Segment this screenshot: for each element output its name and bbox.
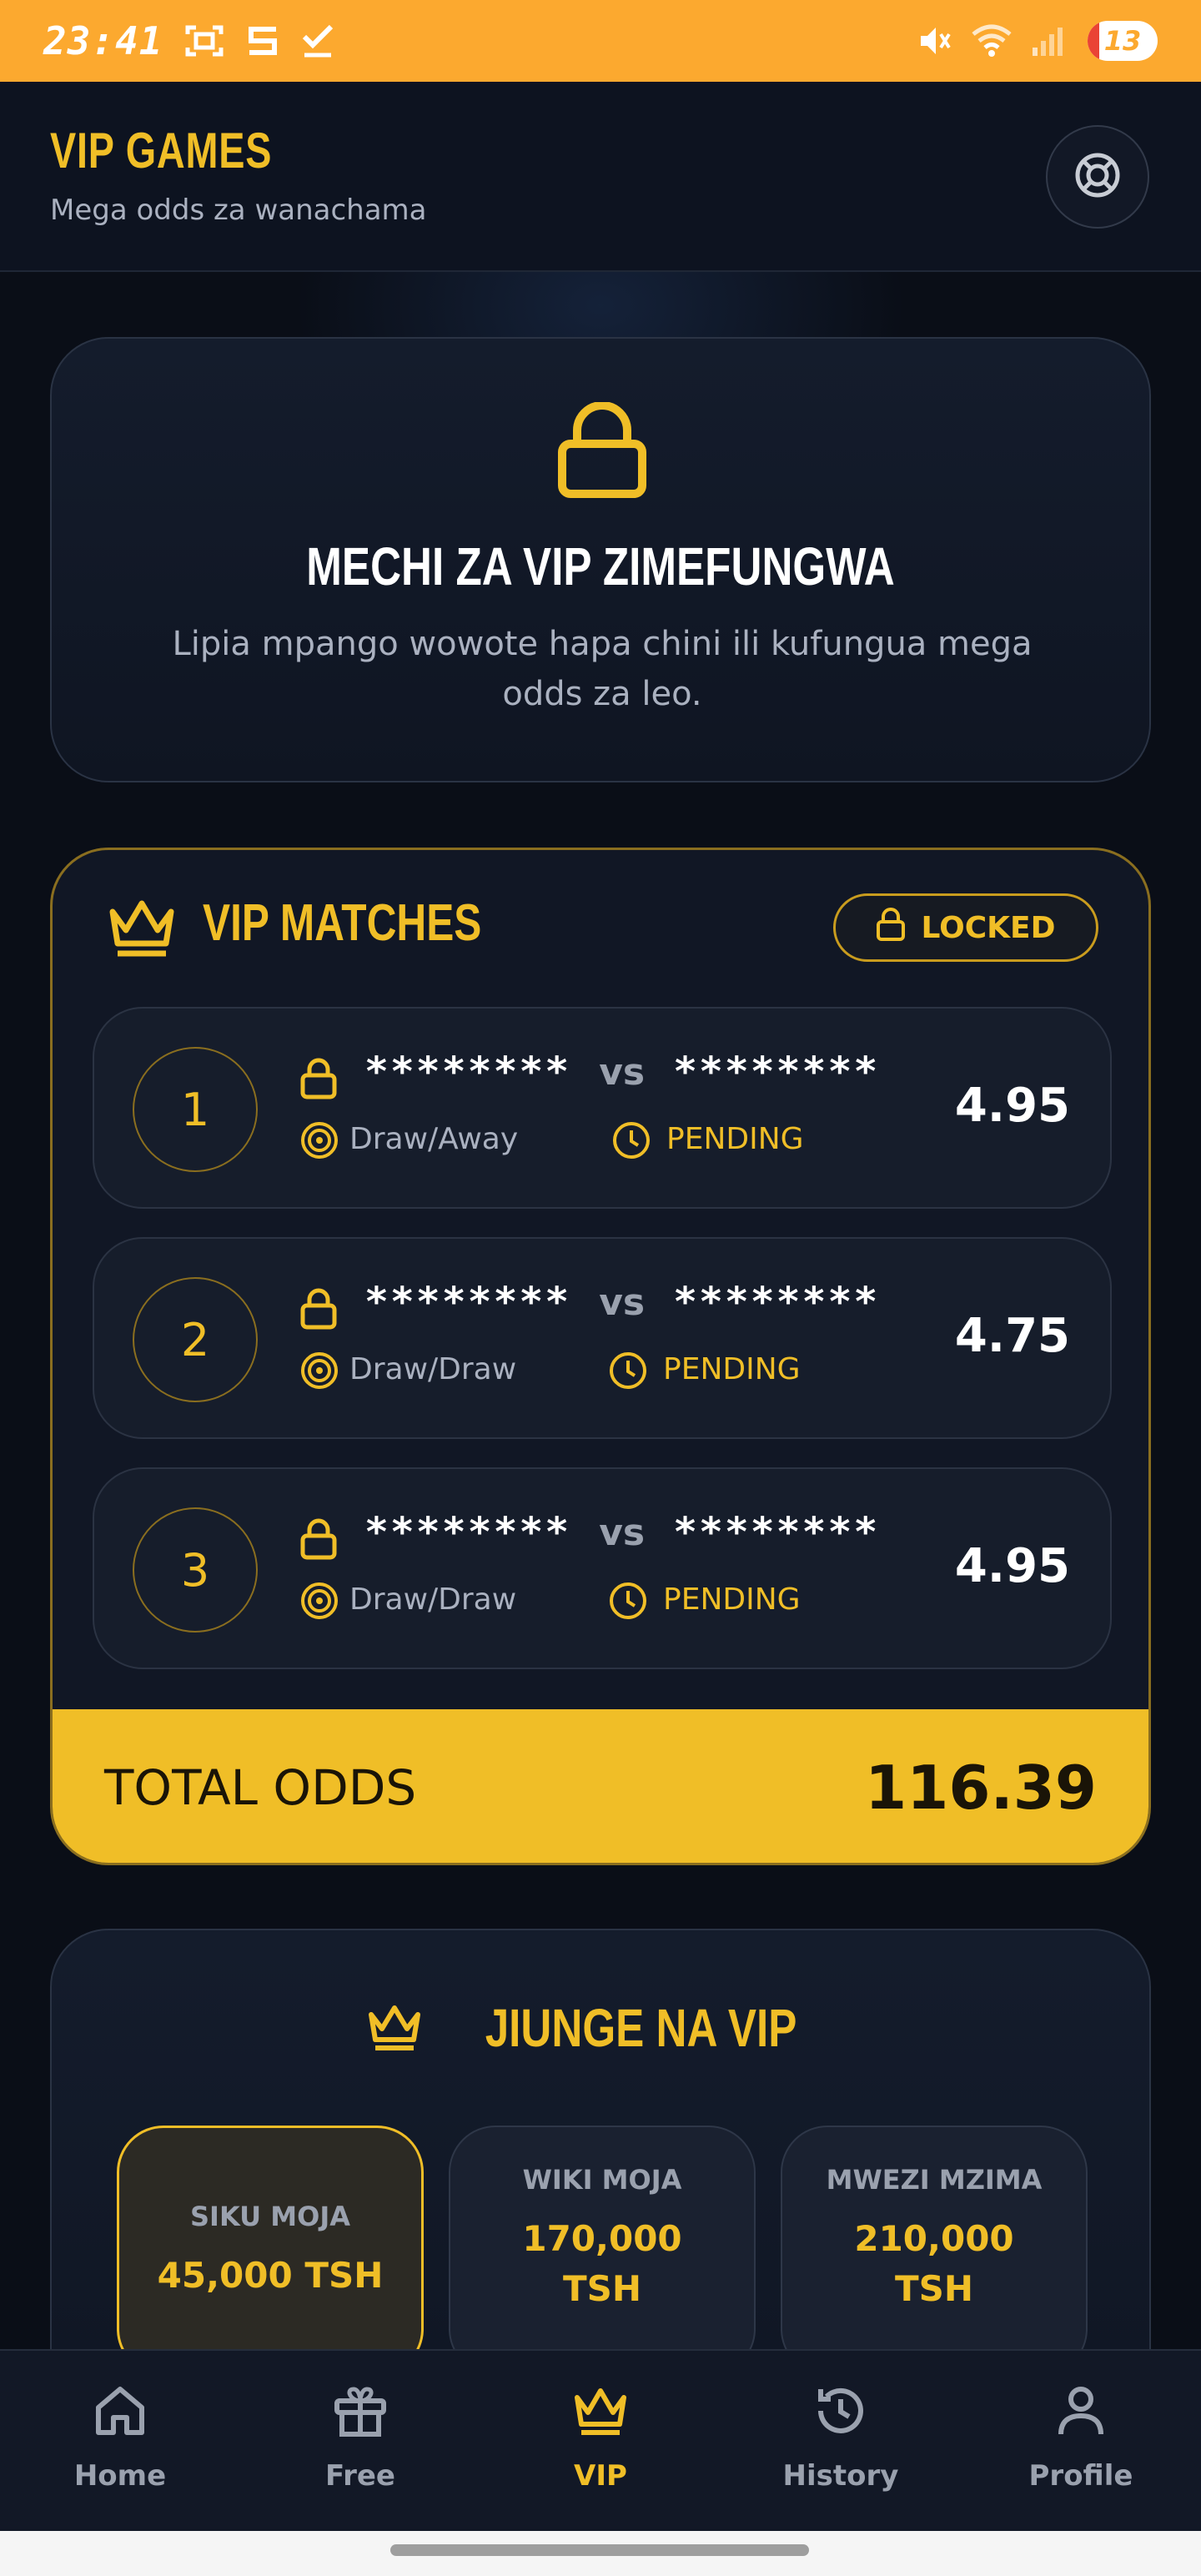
vs-label: vs [599,1280,646,1324]
vs-label: vs [599,1511,646,1554]
support-button[interactable] [1046,125,1149,229]
status-time: 23:41 [43,18,163,63]
sync-icon [246,24,279,58]
total-odds-label: TOTAL ODDS [104,1759,417,1816]
nav-label: Free [325,2459,395,2493]
locked-badge-label: LOCKED [921,910,1056,945]
nav-free[interactable]: Free [240,2351,480,2533]
home-gesture-bar[interactable] [390,2544,809,2556]
locked-title: MECHI ZA VIP ZIMEFUNGWA [306,536,895,596]
lock-icon [876,907,906,949]
screenshot-icon [184,23,224,59]
match-odd: 4.95 [954,1539,1070,1593]
target-icon [299,1581,339,1624]
match-odd: 4.95 [954,1079,1070,1133]
lock-icon [555,401,649,502]
locked-badge: LOCKED [833,893,1098,962]
match-teams: ******** vs ******** [364,1509,879,1556]
app-header: VIP GAMES Mega odds za wanachama [0,82,1201,272]
home-team: ******** [364,1509,571,1556]
mute-icon [916,23,952,59]
vip-locked-card: MECHI ZA VIP ZIMEFUNGWA Lipia mpango wow… [50,337,1151,782]
bottom-nav: Home Free VIP History Profile [0,2349,1201,2531]
lock-icon [299,1057,338,1104]
plan-name: MWEZI MZIMA [826,2164,1043,2196]
gesture-area [0,2531,1201,2576]
total-odds-bar: TOTAL ODDS 116.39 [53,1709,1148,1863]
battery-level: 13 [1103,25,1142,57]
nav-history[interactable]: History [721,2351,961,2533]
home-team: ******** [364,1279,571,1326]
history-icon [811,2381,871,2444]
vip-matches-title: VIP MATCHES [203,894,482,952]
gift-icon [330,2381,390,2444]
match-row[interactable]: 3 ******** vs ******** Draw/Draw PENDING… [93,1467,1112,1669]
home-icon [90,2381,150,2444]
vip-matches-header: VIP MATCHES LOCKED [53,850,1148,1009]
clock-icon [608,1351,648,1394]
nav-label: VIP [574,2459,627,2493]
match-teams: ******** vs ******** [364,1279,879,1326]
plan-monthly[interactable]: MWEZI MZIMA 210,000 TSH [781,2126,1088,2376]
page-title: VIP GAMES [50,123,273,179]
join-vip-header: JIUNGE NA VIP [52,1997,1149,2059]
match-status: PENDING [666,1122,804,1156]
plan-daily[interactable]: SIKU MOJA 45,000 TSH [117,2126,424,2376]
lock-icon [299,1287,338,1334]
plan-weekly[interactable]: WIKI MOJA 170,000 TSH [449,2126,756,2376]
crown-icon [364,2000,425,2056]
nav-label: Profile [1028,2459,1133,2493]
match-number: 1 [133,1047,258,1172]
match-status: PENDING [663,1352,801,1386]
vip-matches-card: VIP MATCHES LOCKED 1 ******** vs *******… [50,848,1151,1865]
join-vip-title: JIUNGE NA VIP [485,1998,797,2058]
lock-icon [299,1517,338,1564]
home-team: ******** [364,1049,571,1095]
plan-name: SIKU MOJA [189,2201,351,2232]
match-number: 2 [133,1277,258,1402]
away-team: ******** [673,1279,880,1326]
wifi-icon [971,24,1013,58]
match-pick: Draw/Draw [349,1582,517,1617]
page-subtitle: Mega odds za wanachama [50,194,427,227]
match-pick: Draw/Draw [349,1352,517,1386]
plan-price: 170,000 TSH [522,2218,682,2309]
plan-price: 210,000 TSH [854,2218,1014,2309]
nav-home[interactable]: Home [0,2351,240,2533]
clock-icon [608,1581,648,1624]
total-odds-value: 116.39 [865,1753,1097,1823]
status-bar: 23:41 13 [0,0,1201,82]
vs-label: vs [599,1050,646,1094]
clock-icon [611,1120,651,1164]
nav-label: History [782,2459,899,2493]
match-status: PENDING [663,1582,801,1617]
target-icon [299,1120,339,1164]
match-teams: ******** vs ******** [364,1049,879,1095]
nav-label: Home [73,2459,167,2493]
match-odd: 4.75 [954,1309,1070,1363]
plan-price: 45,000 TSH [157,2255,384,2296]
match-row[interactable]: 2 ******** vs ******** Draw/Draw PENDING… [93,1237,1112,1439]
away-team: ******** [673,1509,880,1556]
lifebuoy-icon [1073,150,1123,204]
target-icon [299,1351,339,1394]
crown-icon [104,893,179,963]
battery-indicator: 13 [1088,21,1158,61]
away-team: ******** [673,1049,880,1095]
match-row[interactable]: 1 ******** vs ******** Draw/Away PENDING… [93,1007,1112,1209]
nav-vip[interactable]: VIP [480,2351,721,2533]
plan-name: WIKI MOJA [522,2164,682,2196]
locked-description: Lipia mpango wowote hapa chini ili kufun… [172,625,1033,713]
match-number: 3 [133,1507,258,1633]
crown-icon [570,2381,631,2444]
match-pick: Draw/Away [349,1122,519,1156]
person-icon [1051,2381,1111,2444]
nav-profile[interactable]: Profile [961,2351,1201,2533]
signal-icon [1031,24,1069,58]
check-icon [301,23,334,58]
